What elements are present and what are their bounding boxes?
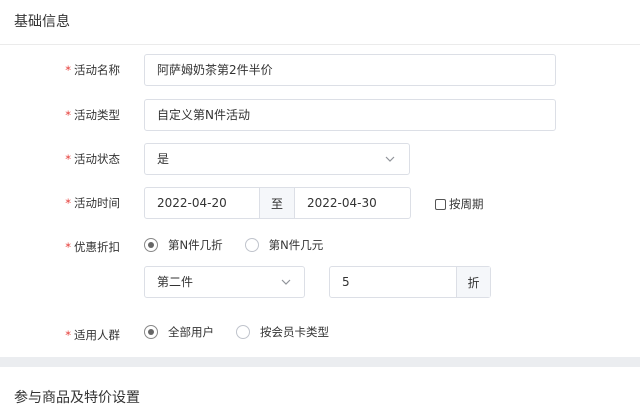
activity-status-label: * 活动状态 — [65, 152, 120, 166]
discount-amount-value: 5 — [342, 275, 350, 289]
audience-option-label: 全部用户 — [168, 325, 214, 339]
discount-radio-nth-discount[interactable] — [144, 238, 158, 252]
periodic-checkbox-label: 按周期 — [449, 197, 484, 211]
activity-status-label-text: 活动状态 — [74, 152, 120, 166]
audience-radio-group: 全部用户 按会员卡类型 — [144, 324, 351, 340]
activity-name-input[interactable]: 阿萨姆奶茶第2件半价 — [144, 54, 556, 86]
discount-radio-nth-price[interactable] — [244, 238, 259, 252]
audience-label: * 适用人群 — [65, 328, 120, 342]
section-title-goods: 参与商品及特价设置 — [14, 390, 140, 406]
required-mark: * — [65, 152, 71, 166]
activity-status-value: 是 — [157, 152, 170, 166]
activity-time-range: 2022-04-20 至 2022-04-30 — [144, 187, 411, 219]
discount-option-label: 第N件几折 — [168, 238, 223, 252]
chevron-down-icon — [385, 156, 395, 162]
discount-option-label: 第N件几元 — [268, 238, 324, 252]
discount-amount-input[interactable]: 5 折 — [329, 266, 491, 298]
chevron-down-icon — [281, 279, 291, 285]
required-mark: * — [65, 240, 71, 254]
activity-type-value: 自定义第N件活动 — [157, 108, 250, 122]
activity-type-label-text: 活动类型 — [74, 108, 120, 122]
audience-label-text: 适用人群 — [74, 328, 120, 342]
required-mark: * — [65, 63, 71, 77]
discount-unit-suffix: 折 — [456, 267, 490, 297]
discount-radio-group: 第N件几折 第N件几元 — [144, 237, 345, 253]
activity-time-label-text: 活动时间 — [74, 196, 120, 210]
activity-name-label: * 活动名称 — [65, 63, 120, 77]
required-mark: * — [65, 196, 71, 210]
activity-name-value: 阿萨姆奶茶第2件半价 — [157, 63, 273, 77]
start-date-input[interactable]: 2022-04-20 — [157, 196, 227, 211]
activity-status-select[interactable]: 是 — [144, 143, 410, 175]
discount-label: * 优惠折扣 — [65, 240, 120, 254]
checkbox-box[interactable] — [435, 198, 446, 210]
section-divider-band — [0, 357, 640, 367]
activity-time-label: * 活动时间 — [65, 196, 120, 210]
required-mark: * — [65, 328, 71, 342]
audience-radio-card-type[interactable] — [236, 325, 250, 339]
discount-label-text: 优惠折扣 — [74, 240, 120, 254]
audience-option-label: 按会员卡类型 — [260, 325, 329, 339]
nth-item-select[interactable]: 第二件 — [144, 266, 305, 298]
date-range-separator: 至 — [259, 188, 295, 218]
header-divider — [0, 44, 640, 45]
end-date-input[interactable]: 2022-04-30 — [307, 196, 377, 211]
activity-type-label: * 活动类型 — [65, 108, 120, 122]
periodic-checkbox[interactable]: 按周期 — [435, 196, 484, 212]
activity-name-label-text: 活动名称 — [74, 63, 120, 77]
required-mark: * — [65, 108, 71, 122]
audience-radio-all[interactable] — [144, 325, 158, 339]
section-title-basic-info: 基础信息 — [14, 14, 70, 30]
activity-type-input[interactable]: 自定义第N件活动 — [144, 99, 556, 131]
nth-item-value: 第二件 — [157, 275, 194, 289]
